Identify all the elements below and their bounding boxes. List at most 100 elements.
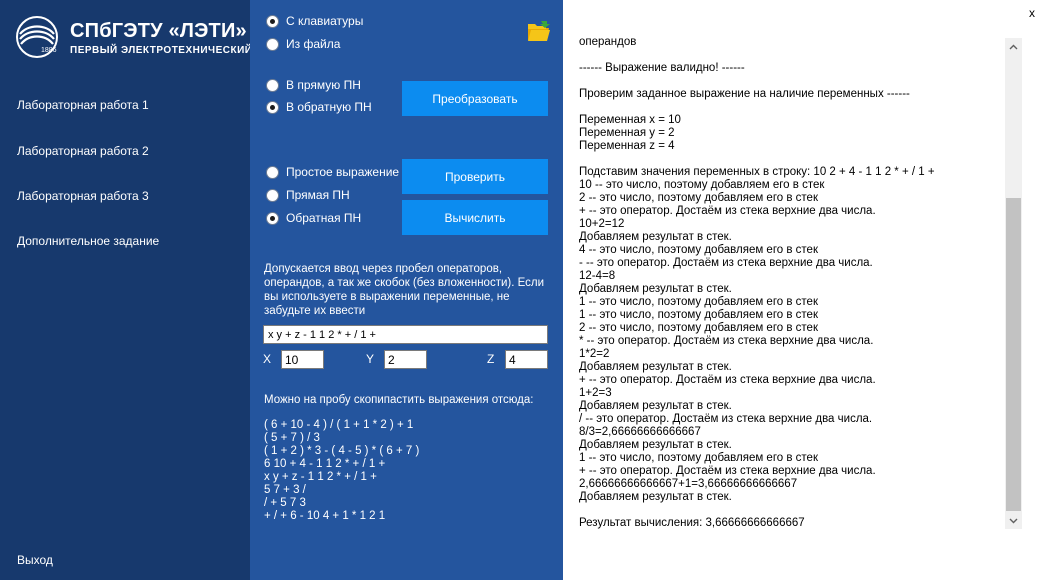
radio-label: Простое выражение <box>286 165 400 179</box>
var-y-label: Y <box>366 352 375 366</box>
output-line: 12-4=8 <box>579 270 616 282</box>
radio-file[interactable]: Из файла <box>266 36 340 52</box>
output-line: 1 -- это число, поэтому добавляем его в … <box>579 296 818 308</box>
radio-dot[interactable] <box>266 211 279 225</box>
radio-dot[interactable] <box>266 165 279 179</box>
radio-to-prefix[interactable]: В прямую ПН <box>266 77 361 93</box>
radio-dot[interactable] <box>266 78 279 92</box>
convert-button[interactable]: Преобразовать <box>402 81 548 116</box>
radio-keyboard[interactable]: С клавиатуры <box>266 13 363 29</box>
chevron-up-icon[interactable] <box>1005 38 1022 55</box>
example-line: x y + z - 1 1 2 * + / 1 + <box>264 471 377 483</box>
var-z-label: Z <box>487 352 495 366</box>
output-line: Проверим заданное выражение на наличие п… <box>579 88 910 100</box>
output-scrollbar[interactable] <box>1005 38 1022 529</box>
output-log[interactable]: операндов ------ Выражение валидно! -----… <box>579 36 999 536</box>
radio-dot[interactable] <box>266 100 279 114</box>
sidebar-item-extra-task[interactable]: Дополнительное задание <box>17 234 159 248</box>
sidebar-item-lab1[interactable]: Лабораторная работа 1 <box>17 98 149 112</box>
example-line: ( 5 + 7 ) / 3 <box>264 432 320 444</box>
folder-open-icon[interactable] <box>527 20 551 42</box>
logo: 1886 СПбГЭТУ «ЛЭТИ» ПЕРВЫЙ ЭЛЕКТРОТЕХНИЧ… <box>14 14 252 64</box>
radio-to-postfix[interactable]: В обратную ПН <box>266 99 372 115</box>
control-panel: С клавиатуры Из файла В прямую ПН В обра… <box>250 0 563 580</box>
exit-button[interactable]: Выход <box>17 553 53 567</box>
examples-title: Можно на пробу скопипастить выражения от… <box>264 394 534 406</box>
radio-prefix[interactable]: Прямая ПН <box>266 187 350 203</box>
output-line: Результат вычисления: 3,66666666666667 <box>579 517 805 529</box>
var-x-input[interactable] <box>281 350 324 369</box>
chevron-down-icon[interactable] <box>1005 512 1022 529</box>
example-line: / + 5 7 3 <box>264 497 306 509</box>
close-button[interactable]: x <box>1025 6 1039 22</box>
sidebar-item-lab2[interactable]: Лабораторная работа 2 <box>17 144 149 158</box>
logo-subtitle: ПЕРВЫЙ ЭЛЕКТРОТЕХНИЧЕСКИЙ <box>70 45 253 56</box>
output-line: Добавляем результат в стек. <box>579 400 732 412</box>
radio-dot[interactable] <box>266 37 279 51</box>
check-button[interactable]: Проверить <box>402 159 548 194</box>
output-line: 1*2=2 <box>579 348 610 360</box>
output-line: 8/3=2,66666666666667 <box>579 426 701 438</box>
output-line: 2 -- это число, поэтому добавляем его в … <box>579 322 818 334</box>
output-line: 2,66666666666667+1=3,66666666666667 <box>579 478 798 490</box>
output-line: 2 -- это число, поэтому добавляем его в … <box>579 192 818 204</box>
output-line: Добавляем результат в стек. <box>579 283 732 295</box>
radio-label: С клавиатуры <box>286 14 364 28</box>
output-line: Переменная x = 10 <box>579 114 681 126</box>
output-line: Подставим значения переменных в строку: … <box>579 166 935 178</box>
radio-label: Прямая ПН <box>286 188 350 202</box>
output-line: 1+2=3 <box>579 387 612 399</box>
output-line: Добавляем результат в стек. <box>579 231 732 243</box>
example-line: 6 10 + 4 - 1 1 2 * + / 1 + <box>264 458 386 470</box>
logo-title: СПбГЭТУ «ЛЭТИ» <box>70 20 247 42</box>
output-area: x операндов ------ Выражение валидно! ---… <box>563 0 1050 580</box>
radio-dot[interactable] <box>266 14 279 28</box>
radio-dot[interactable] <box>266 188 279 202</box>
sidebar-item-lab3[interactable]: Лабораторная работа 3 <box>17 189 149 203</box>
scroll-thumb[interactable] <box>1006 198 1021 511</box>
output-line: ------ Выражение валидно! ------ <box>579 62 745 74</box>
radio-label: Из файла <box>286 37 341 51</box>
output-line: Добавляем результат в стек. <box>579 491 732 503</box>
input-hint: Допускается ввод через пробел операторов… <box>264 263 545 317</box>
var-x-label: X <box>263 352 272 366</box>
output-line: / -- это оператор. Достаём из стека верх… <box>579 413 873 425</box>
output-line: Переменная z = 4 <box>579 140 675 152</box>
output-line: Переменная y = 2 <box>579 127 675 139</box>
radio-label: В обратную ПН <box>286 100 372 114</box>
example-line: ( 6 + 10 - 4 ) / ( 1 + 1 * 2 ) + 1 <box>264 419 414 431</box>
examples-list: ( 6 + 10 - 4 ) / ( 1 + 1 * 2 ) + 1 ( 5 +… <box>264 419 419 523</box>
output-line: 4 -- это число, поэтому добавляем его в … <box>579 244 818 256</box>
output-line: 10+2=12 <box>579 218 625 230</box>
output-line: * -- это оператор. Достаём из стека верх… <box>579 335 874 347</box>
output-line: 1 -- это число, поэтому добавляем его в … <box>579 309 818 321</box>
var-y-input[interactable] <box>384 350 427 369</box>
example-line: ( 1 + 2 ) * 3 - ( 4 - 5 ) * ( 6 + 7 ) <box>264 445 420 457</box>
output-line: Добавляем результат в стек. <box>579 439 732 451</box>
output-line: 10 -- это число, поэтому добавляем его в… <box>579 179 825 191</box>
output-line: Добавляем результат в стек. <box>579 361 732 373</box>
radio-label: В прямую ПН <box>286 78 361 92</box>
output-line: - -- это оператор. Достаём из стека верх… <box>579 257 873 269</box>
output-line: + -- это оператор. Достаём из стека верх… <box>579 374 876 386</box>
output-line: операндов <box>579 36 637 48</box>
university-logo-icon: 1886 <box>16 16 58 58</box>
example-line: 5 7 + 3 / <box>264 484 306 496</box>
calculate-button[interactable]: Вычислить <box>402 200 548 235</box>
output-line: 1 -- это число, поэтому добавляем его в … <box>579 452 818 464</box>
logo-year: 1886 <box>41 47 57 54</box>
example-line: + / + 6 - 10 4 + 1 * 1 2 1 <box>264 510 386 522</box>
radio-label: Обратная ПН <box>286 211 362 225</box>
radio-simple-expression[interactable]: Простое выражение <box>266 164 399 180</box>
output-line: + -- это оператор. Достаём из стека верх… <box>579 205 876 217</box>
radio-postfix[interactable]: Обратная ПН <box>266 210 361 226</box>
var-z-input[interactable] <box>505 350 548 369</box>
expression-input[interactable] <box>263 325 548 344</box>
sidebar: 1886 СПбГЭТУ «ЛЭТИ» ПЕРВЫЙ ЭЛЕКТРОТЕХНИЧ… <box>0 0 252 580</box>
output-line: + -- это оператор. Достаём из стека верх… <box>579 465 876 477</box>
